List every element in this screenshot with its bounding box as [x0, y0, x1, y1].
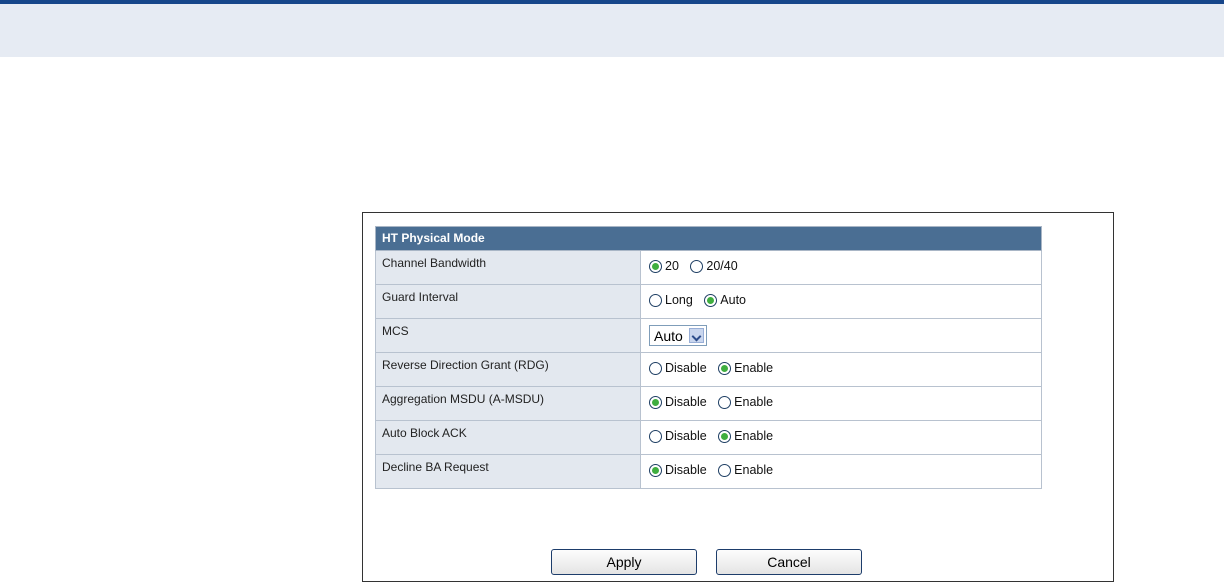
- auto-block-ack-disable-option[interactable]: Disable: [649, 429, 707, 443]
- guard-interval-auto-radio[interactable]: [704, 293, 718, 307]
- rdg-disable-radio[interactable]: [649, 361, 662, 375]
- mcs-selected-value: Auto: [654, 327, 683, 344]
- amsdu-disable-radio[interactable]: [649, 395, 662, 409]
- guard-interval-auto-option[interactable]: Auto: [704, 293, 746, 307]
- row-decline-ba: Decline BA Request Disable Enable: [375, 455, 1042, 489]
- decline-ba-enable-radio[interactable]: [718, 463, 732, 477]
- mcs-label: MCS: [382, 324, 409, 338]
- row-guard-interval: Guard Interval Long Auto: [375, 285, 1042, 319]
- guard-interval-label: Guard Interval: [382, 290, 459, 304]
- auto-block-ack-label: Auto Block ACK: [382, 426, 467, 440]
- amsdu-enable-radio[interactable]: [718, 395, 732, 409]
- rdg-enable-radio[interactable]: [718, 361, 732, 375]
- top-banner: [0, 0, 1224, 57]
- channel-bandwidth-20-radio[interactable]: [649, 259, 662, 273]
- mcs-select[interactable]: Auto: [649, 325, 707, 346]
- ht-physical-mode-table: HT Physical Mode Channel Bandwidth 20 20…: [375, 226, 1042, 489]
- decline-ba-enable-option[interactable]: Enable: [718, 463, 773, 477]
- channel-bandwidth-20-option[interactable]: 20: [649, 259, 679, 273]
- channel-bandwidth-20-40-radio[interactable]: [690, 259, 704, 273]
- auto-block-ack-enable-option[interactable]: Enable: [718, 429, 773, 443]
- cancel-button[interactable]: Cancel: [716, 549, 862, 575]
- decline-ba-disable-option[interactable]: Disable: [649, 463, 707, 477]
- decline-ba-disable-radio[interactable]: [649, 463, 662, 477]
- row-auto-block-ack: Auto Block ACK Disable Enable: [375, 421, 1042, 455]
- apply-button[interactable]: Apply: [551, 549, 697, 575]
- guard-interval-long-option[interactable]: Long: [649, 293, 693, 307]
- row-mcs: MCS Auto: [375, 319, 1042, 353]
- amsdu-enable-option[interactable]: Enable: [718, 395, 773, 409]
- auto-block-ack-enable-radio[interactable]: [718, 429, 732, 443]
- settings-panel: HT Physical Mode Channel Bandwidth 20 20…: [362, 212, 1114, 582]
- rdg-disable-option[interactable]: Disable: [649, 361, 707, 375]
- rdg-enable-option[interactable]: Enable: [718, 361, 773, 375]
- decline-ba-label: Decline BA Request: [382, 460, 489, 474]
- row-rdg: Reverse Direction Grant (RDG) Disable En…: [375, 353, 1042, 387]
- amsdu-disable-option[interactable]: Disable: [649, 395, 707, 409]
- row-channel-bandwidth: Channel Bandwidth 20 20/40: [375, 251, 1042, 285]
- amsdu-label: Aggregation MSDU (A-MSDU): [382, 392, 545, 406]
- rdg-label: Reverse Direction Grant (RDG): [382, 358, 549, 372]
- chevron-down-icon[interactable]: [688, 328, 704, 343]
- channel-bandwidth-label: Channel Bandwidth: [382, 256, 487, 270]
- guard-interval-long-radio[interactable]: [649, 293, 662, 307]
- channel-bandwidth-20-40-option[interactable]: 20/40: [690, 259, 738, 273]
- auto-block-ack-disable-radio[interactable]: [649, 429, 662, 443]
- section-title: HT Physical Mode: [375, 226, 1042, 251]
- row-amsdu: Aggregation MSDU (A-MSDU) Disable Enable: [375, 387, 1042, 421]
